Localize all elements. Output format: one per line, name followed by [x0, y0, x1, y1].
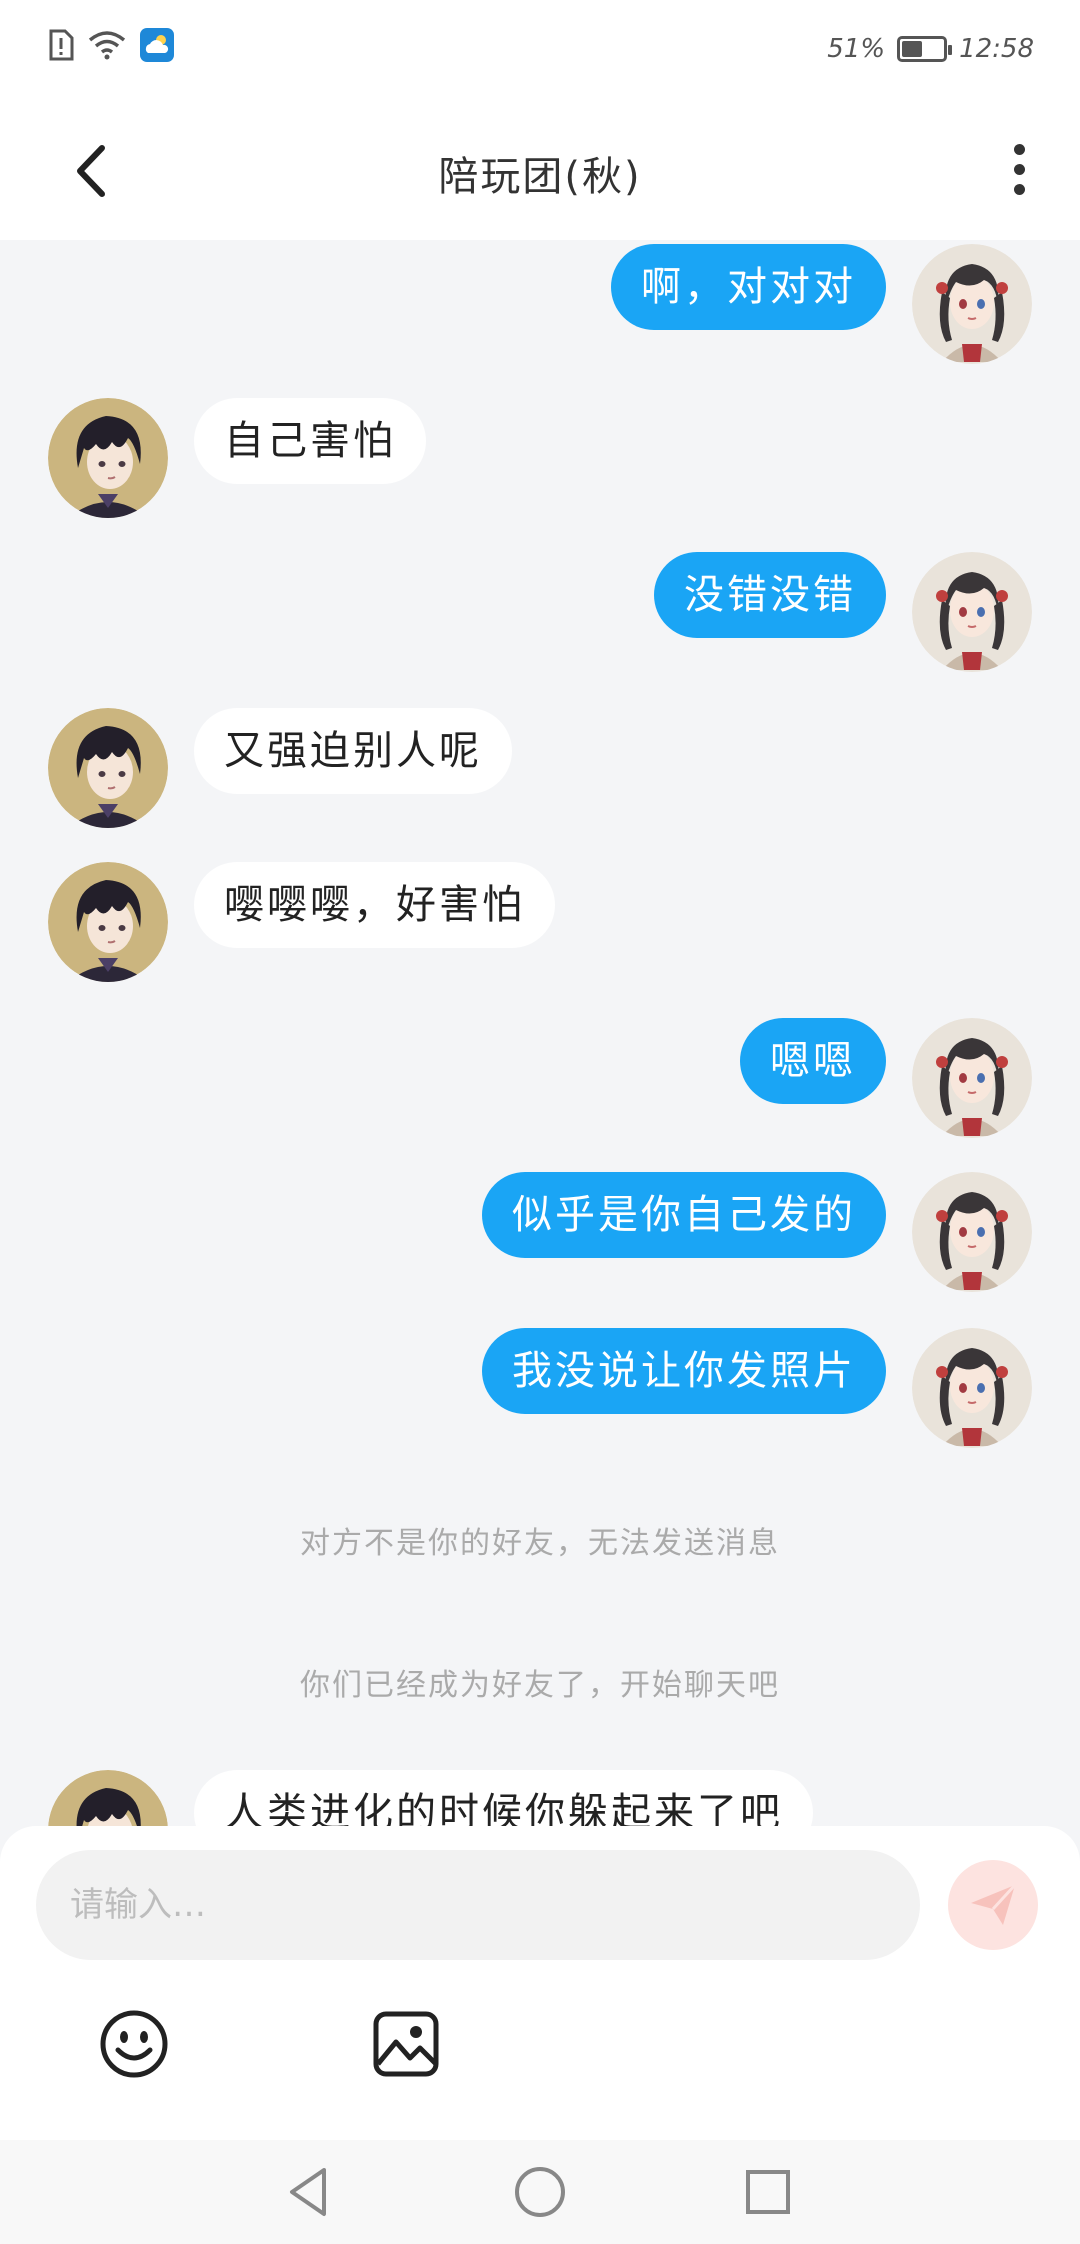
avatar-self[interactable] [912, 552, 1032, 672]
message-row-received: 又强迫别人呢 [0, 708, 1080, 828]
message-bubble[interactable]: 没错没错 [654, 552, 886, 638]
status-icons [48, 28, 174, 62]
nav-recent-button[interactable] [738, 2162, 798, 2222]
more-vertical-icon [1013, 143, 1025, 155]
battery-fill [902, 41, 923, 57]
battery-percent: 51% [827, 34, 886, 64]
message-row-sent: 我没说让你发照片 [0, 1328, 1080, 1448]
message-bubble[interactable]: 嘤嘤嘤，好害怕 [194, 862, 555, 948]
avatar-self[interactable] [912, 1172, 1032, 1292]
avatar-contact[interactable] [48, 398, 168, 518]
avatar-self[interactable] [912, 244, 1032, 364]
image-icon [373, 2011, 439, 2077]
avatar-contact[interactable] [48, 862, 168, 982]
emoji-icon [100, 2010, 168, 2078]
avatar-self[interactable] [912, 1018, 1032, 1138]
message-row-sent: 没错没错 [0, 552, 1080, 672]
message-bubble[interactable]: 我没说让你发照片 [482, 1328, 886, 1414]
message-list[interactable]: 啊，对对对 自己害怕 没错没错 又强迫别人呢 嘤嘤嘤，好害怕 嗯嗯 似乎是你自己… [0, 240, 1080, 1830]
triangle-back-icon [290, 2168, 326, 2216]
more-dot [1013, 163, 1025, 175]
nav-home-button[interactable] [510, 2162, 570, 2222]
page-title: 陪玩团(秋) [438, 154, 642, 200]
clock: 12:58 [959, 34, 1034, 64]
message-row-sent: 嗯嗯 [0, 1018, 1080, 1138]
send-icon [971, 1883, 1017, 1925]
emoji-button[interactable] [98, 2008, 170, 2080]
message-row-received: 嘤嘤嘤，好害怕 [0, 862, 1080, 982]
message-row-sent: 啊，对对对 [0, 244, 1080, 364]
avatar-contact[interactable] [48, 1770, 168, 1830]
message-bubble[interactable]: 又强迫别人呢 [194, 708, 512, 794]
composer-panel [0, 1826, 1080, 2140]
send-button[interactable] [948, 1860, 1038, 1950]
system-nav-bar [0, 2140, 1080, 2244]
weather-cloud-icon [140, 28, 174, 62]
sim-alert-icon [49, 29, 74, 61]
battery-icon [897, 36, 953, 62]
wifi-icon [88, 31, 126, 60]
message-bubble[interactable]: 自己害怕 [194, 398, 426, 484]
status-right: 51% 12:58 [827, 34, 1034, 64]
message-bubble[interactable]: 似乎是你自己发的 [482, 1172, 886, 1258]
more-options-button[interactable] [994, 134, 1044, 204]
avatar-contact[interactable] [48, 708, 168, 828]
message-bubble[interactable]: 嗯嗯 [740, 1018, 886, 1104]
message-row-received: 人类进化的时候你躲起来了吧 [0, 1770, 1080, 1830]
avatar-self[interactable] [912, 1328, 1032, 1448]
status-bar: 51% 12:58 [0, 0, 1080, 100]
square-recent-icon [746, 2170, 790, 2214]
message-row-received: 自己害怕 [0, 398, 1080, 518]
image-button[interactable] [370, 2008, 442, 2080]
message-row-sent: 似乎是你自己发的 [0, 1172, 1080, 1292]
message-bubble[interactable]: 人类进化的时候你躲起来了吧 [194, 1770, 813, 1830]
nav-back-button[interactable] [280, 2162, 340, 2222]
message-bubble[interactable]: 啊，对对对 [611, 244, 886, 330]
circle-home-icon [515, 2167, 565, 2217]
message-input[interactable] [36, 1850, 920, 1960]
system-notice: 你们已经成为好友了，开始聊天吧 [300, 1668, 780, 1703]
chat-header: 陪玩团(秋) [0, 100, 1080, 240]
more-dot [1013, 183, 1025, 195]
system-notice: 对方不是你的好友，无法发送消息 [300, 1526, 780, 1561]
